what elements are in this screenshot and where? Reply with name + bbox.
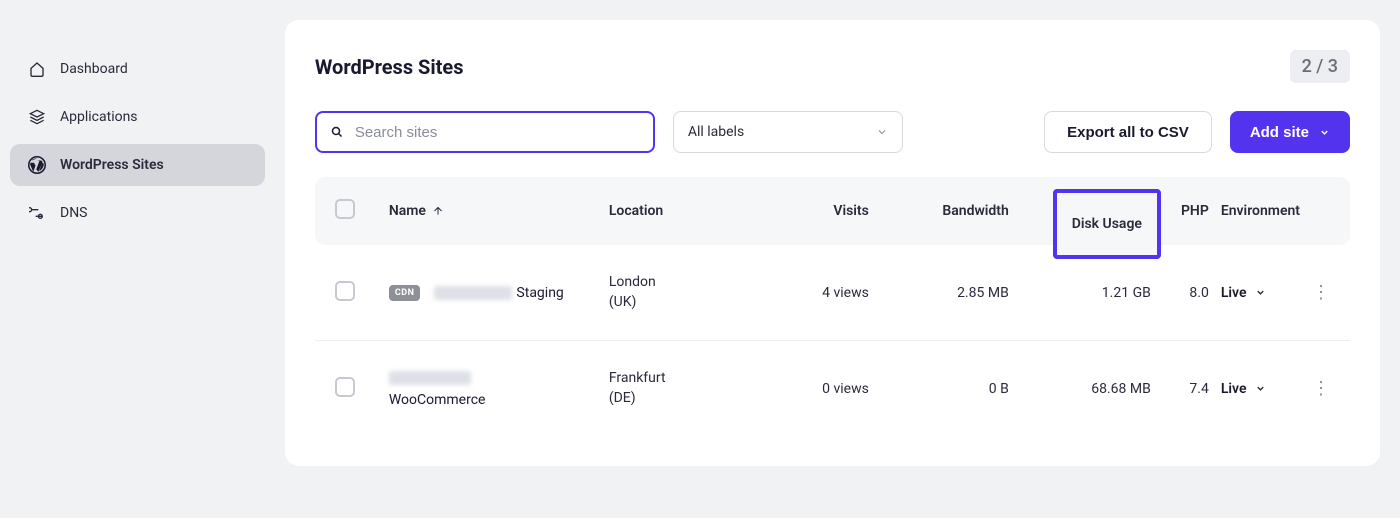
- table-row: CDN Staging London (UK) 4 views 2.85 MB …: [315, 245, 1350, 341]
- wordpress-icon: [28, 156, 46, 174]
- redacted-name: [389, 371, 471, 385]
- disk-usage-cell: 68.68 MB: [1009, 381, 1159, 397]
- layers-icon: [28, 108, 46, 126]
- sidebar-item-wordpress-sites[interactable]: WordPress Sites: [10, 144, 265, 186]
- sidebar-item-label: DNS: [60, 205, 88, 221]
- chevron-down-icon: [1255, 287, 1266, 298]
- php-cell: 8.0: [1159, 285, 1209, 301]
- column-header-environment[interactable]: Environment: [1209, 203, 1300, 219]
- site-name-cell[interactable]: CDN Staging: [389, 285, 609, 301]
- table-row: WooCommerce Frankfurt (DE) 0 views 0 B 6…: [315, 341, 1350, 436]
- column-header-location[interactable]: Location: [609, 203, 759, 219]
- row-checkbox[interactable]: [335, 281, 355, 301]
- site-name-suffix: Staging: [516, 285, 563, 301]
- search-icon: [331, 125, 345, 139]
- column-header-visits[interactable]: Visits: [759, 203, 869, 219]
- home-icon: [28, 60, 46, 78]
- sidebar-item-dns[interactable]: DNS: [10, 192, 265, 234]
- chevron-down-icon: [876, 126, 888, 138]
- add-site-button[interactable]: Add site: [1230, 111, 1350, 153]
- visits-cell: 4 views: [759, 285, 869, 301]
- select-all-checkbox[interactable]: [335, 199, 355, 219]
- site-name-suffix: WooCommerce: [389, 392, 609, 408]
- chevron-down-icon: [1319, 127, 1330, 138]
- main-content: WordPress Sites 2 / 3 All labels: [275, 0, 1400, 518]
- search-wrap[interactable]: [315, 111, 655, 153]
- sidebar-item-label: Dashboard: [60, 61, 128, 77]
- export-csv-button[interactable]: Export all to CSV: [1044, 111, 1212, 153]
- add-site-label: Add site: [1250, 124, 1309, 141]
- sidebar-item-dashboard[interactable]: Dashboard: [10, 48, 265, 90]
- disk-usage-cell: 1.21 GB: [1009, 285, 1159, 301]
- chevron-down-icon: [1255, 383, 1266, 394]
- environment-cell[interactable]: Live: [1209, 381, 1300, 397]
- row-checkbox[interactable]: [335, 377, 355, 397]
- pagination-badge: 2 / 3: [1290, 50, 1350, 83]
- panel-header: WordPress Sites 2 / 3: [315, 50, 1350, 83]
- panel: WordPress Sites 2 / 3 All labels: [285, 20, 1380, 466]
- location-cell: London (UK): [609, 273, 759, 312]
- table-header: Name Location Visits Bandwidth Disk Usag…: [315, 177, 1350, 245]
- bandwidth-cell: 0 B: [869, 381, 1009, 397]
- controls-row: All labels Export all to CSV Add site: [315, 111, 1350, 153]
- bandwidth-cell: 2.85 MB: [869, 285, 1009, 301]
- redacted-name: [434, 286, 512, 300]
- location-cell: Frankfurt (DE): [609, 369, 759, 408]
- sidebar: Dashboard Applications WordPress Sites D…: [0, 0, 275, 518]
- row-actions-menu[interactable]: ⋮: [1312, 282, 1330, 303]
- environment-cell[interactable]: Live: [1209, 285, 1300, 301]
- column-header-name[interactable]: Name: [389, 203, 609, 219]
- sidebar-item-label: Applications: [60, 109, 138, 125]
- page-title: WordPress Sites: [315, 55, 464, 79]
- search-input[interactable]: [345, 124, 639, 141]
- disk-usage-highlight: Disk Usage: [1053, 189, 1161, 259]
- sidebar-item-label: WordPress Sites: [60, 157, 164, 173]
- row-actions-menu[interactable]: ⋮: [1312, 378, 1330, 399]
- sort-asc-icon: [432, 205, 444, 217]
- php-cell: 7.4: [1159, 381, 1209, 397]
- cdn-badge: CDN: [389, 285, 421, 301]
- column-header-php[interactable]: PHP: [1159, 203, 1209, 219]
- column-header-bandwidth[interactable]: Bandwidth: [869, 203, 1009, 219]
- site-name-cell[interactable]: WooCommerce: [389, 370, 609, 408]
- visits-cell: 0 views: [759, 381, 869, 397]
- labels-select[interactable]: All labels: [673, 111, 903, 153]
- dns-icon: [28, 204, 46, 222]
- sidebar-item-applications[interactable]: Applications: [10, 96, 265, 138]
- sites-table: Name Location Visits Bandwidth Disk Usag…: [315, 177, 1350, 436]
- labels-select-value: All labels: [688, 124, 744, 140]
